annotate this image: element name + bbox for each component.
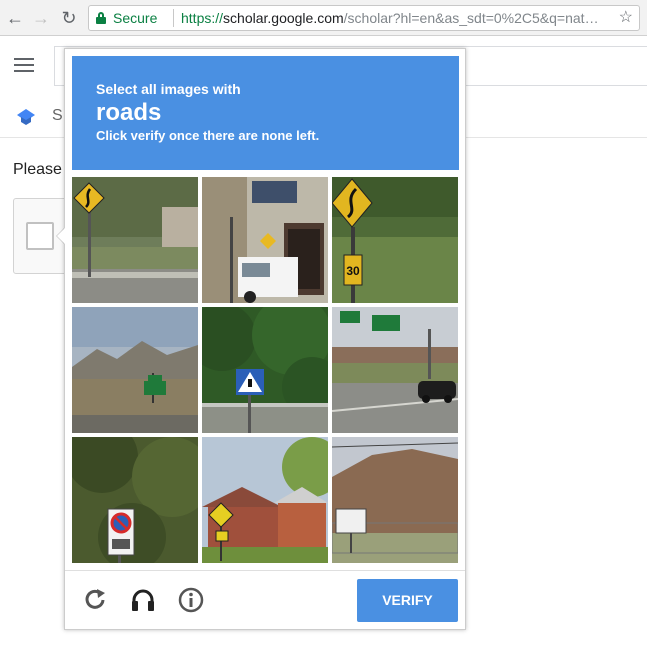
verify-button[interactable]: VERIFY <box>357 579 458 622</box>
challenge-header: Select all images with roads Click verif… <box>72 56 459 170</box>
back-arrow-icon[interactable]: ← <box>4 7 26 29</box>
reload-challenge-icon[interactable] <box>81 586 109 614</box>
audio-challenge-icon[interactable] <box>129 586 157 614</box>
image-tile[interactable] <box>332 437 458 563</box>
url-scheme: https:// <box>181 10 224 26</box>
reload-icon[interactable]: ↻ <box>58 7 80 29</box>
image-tile[interactable] <box>72 177 198 303</box>
forward-arrow-icon[interactable]: → <box>30 7 52 29</box>
image-tile[interactable] <box>202 307 328 433</box>
recaptcha-challenge-popup: Select all images with roads Click verif… <box>64 48 466 630</box>
verification-message: Please <box>13 161 62 178</box>
secure-label: Secure <box>113 10 158 26</box>
lock-icon <box>96 12 106 24</box>
svg-text:30: 30 <box>346 264 360 278</box>
instruction-text: Select all images with <box>96 81 241 97</box>
url-host: scholar.google.com <box>223 10 344 26</box>
brand-text: S <box>52 107 63 124</box>
image-tile[interactable]: 30 <box>332 177 458 303</box>
image-tile[interactable] <box>202 437 328 563</box>
address-separator <box>173 9 174 27</box>
menu-icon[interactable] <box>14 58 34 72</box>
image-tile[interactable] <box>332 307 458 433</box>
popup-pointer-fill <box>57 227 66 245</box>
info-icon[interactable] <box>177 586 205 614</box>
image-grid: 30 <box>72 177 459 563</box>
url-path: /scholar?hl=en&as_sdt=0%2C5&q=nat… <box>343 10 599 26</box>
image-tile[interactable] <box>202 177 328 303</box>
footer-divider <box>65 570 465 571</box>
browser-toolbar: ← → ↻ Secure https://scholar.google.com/… <box>0 0 647 36</box>
bookmark-star-icon[interactable]: ☆ <box>619 6 633 30</box>
verify-hint-text: Click verify once there are none left. <box>96 128 320 143</box>
target-object-label: roads <box>96 99 162 126</box>
scholar-logo-icon <box>17 109 35 125</box>
url-text[interactable]: https://scholar.google.com/scholar?hl=en… <box>181 6 611 30</box>
image-tile[interactable] <box>72 437 198 563</box>
recaptcha-checkbox[interactable] <box>26 222 54 250</box>
address-bar[interactable]: Secure https://scholar.google.com/schola… <box>88 5 640 31</box>
image-tile[interactable] <box>72 307 198 433</box>
